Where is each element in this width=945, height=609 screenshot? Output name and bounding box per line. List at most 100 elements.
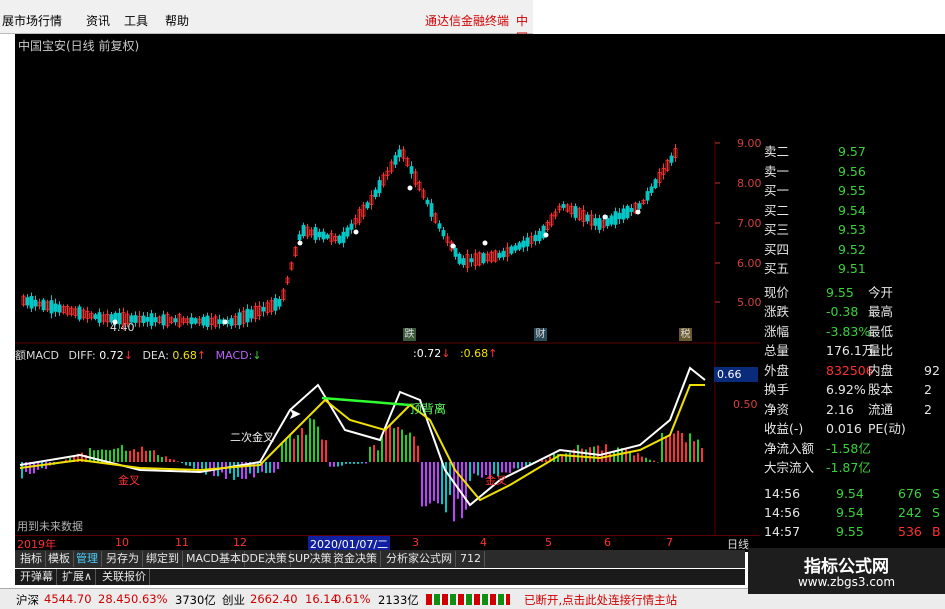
quote-stat-label: 内盘 <box>868 362 894 378</box>
candle-body <box>429 203 434 217</box>
index-sh-pct: 0.63% <box>131 592 168 606</box>
tab-sup[interactable]: SUP决策 <box>285 551 336 567</box>
date-label: 6 <box>604 536 611 549</box>
candle-body <box>201 316 206 326</box>
tab-formula-site[interactable]: 分析家公式网 <box>383 551 456 567</box>
order-book-price: 9.56 <box>838 163 866 179</box>
toggle-danmaku-button[interactable]: 开弹幕 <box>17 569 57 585</box>
candle-body <box>517 242 522 250</box>
trade-marker-dot <box>482 240 488 246</box>
related-quote-button[interactable]: 关联报价 <box>99 569 150 585</box>
quote-stat-row: 大宗流入 -1.87亿 <box>762 458 945 478</box>
order-book-price: 9.51 <box>838 261 866 276</box>
tab-manage[interactable]: 管理 <box>73 551 102 567</box>
watermark-url: www.zbgs3.com <box>797 575 896 589</box>
candle-body <box>337 235 342 244</box>
order-book-row[interactable]: 买四 9.52 <box>762 240 945 260</box>
tab-macd-basic[interactable]: MACD基本 <box>183 551 245 567</box>
candle-body <box>189 317 194 325</box>
candle-body <box>141 315 146 323</box>
tab-712[interactable]: 712 <box>457 551 485 567</box>
order-book-row[interactable]: 买五 9.51 <box>762 259 945 279</box>
tick-row: 14:56 9.54 676 S <box>762 484 945 504</box>
order-book-label: 卖二 <box>764 144 790 159</box>
event-tag-tax[interactable]: 税 <box>679 328 692 341</box>
candle-body <box>497 252 502 258</box>
quote-stat-row: 换手 6.92% 股本 2 <box>762 380 945 400</box>
candle-body <box>393 155 398 165</box>
candle-body <box>173 318 178 323</box>
candle-body <box>537 231 542 241</box>
index-cy-value: 2662.40 <box>250 592 298 606</box>
candle-body <box>145 317 150 322</box>
tab-indicator[interactable]: 指标 <box>17 551 46 567</box>
quote-panel: 卖二 9.57 卖一 9.56 买一 9.55 买二 9.54 买三 9.53 买四 9.52 买五 9.… <box>762 140 945 550</box>
macd-diff-value: 0.72 <box>99 349 124 362</box>
connection-status[interactable]: 已断开,点击此处连接行情主站 <box>524 592 677 608</box>
index-cy-amount: 2133亿 <box>378 593 419 607</box>
trade-marker-dot <box>353 229 359 235</box>
candle-body <box>481 253 486 264</box>
candle-body <box>625 205 630 219</box>
candle-body <box>373 189 378 197</box>
tick-time: 14:56 <box>764 504 801 520</box>
candle-body <box>617 212 622 220</box>
note-cross-2: 金叉 <box>485 474 507 487</box>
order-book-row[interactable]: 卖一 9.56 <box>762 162 945 182</box>
price-tick-label: 9.00 <box>737 137 762 150</box>
tab-fund[interactable]: 资金决策 <box>330 551 381 567</box>
tab-bind-to[interactable]: 绑定到 <box>143 551 183 567</box>
quote-stat-label: 流通 <box>868 401 894 417</box>
trade-marker-dot <box>222 319 228 325</box>
macd-header-2: :0.72↓ :0.68↑ <box>413 347 498 360</box>
quote-stat-row: 总量 176.1万 量比 <box>762 341 945 361</box>
order-book-label: 买四 <box>764 241 790 257</box>
candle-body <box>397 149 402 158</box>
watermark-title: 指标公式网 <box>804 557 889 577</box>
candle-body <box>341 231 346 243</box>
index-sh-name[interactable]: 沪深 <box>16 592 39 608</box>
expand-button[interactable]: 扩展∧ <box>59 569 97 585</box>
order-book-row[interactable]: 买一 9.55 <box>762 181 945 201</box>
quote-stat-value: -0.38 <box>826 304 859 319</box>
candle-body <box>229 318 234 326</box>
macd-diff-value-2: 0.72 <box>416 347 442 360</box>
candle-body <box>193 318 198 324</box>
tab-save-as[interactable]: 另存为 <box>103 551 143 567</box>
index-cy-name[interactable]: 创业 <box>222 592 245 608</box>
event-tag-finance[interactable]: 财 <box>534 328 547 341</box>
index-sh-amount: 3730亿 <box>175 593 216 607</box>
order-book-row[interactable]: 买二 9.54 <box>762 201 945 221</box>
quote-stat-value: 92 <box>924 362 940 378</box>
candle-body <box>109 314 114 323</box>
event-tag-drop[interactable]: 跌 <box>403 328 416 341</box>
candle-body <box>77 306 82 320</box>
indicator-tab-bar: 指标 模板 管理 另存为 绑定到 MACD基本 DDE决策 SUP决策 资金决策… <box>15 550 745 568</box>
candle-body <box>33 299 38 307</box>
tick-volume: 676 <box>898 485 922 501</box>
candle-body <box>669 155 674 163</box>
macd-diff-label: DIFF: <box>68 349 96 362</box>
tab-dde[interactable]: DDE决策 <box>238 551 291 567</box>
candle-body <box>649 186 654 193</box>
macd-name[interactable]: 额MACD <box>15 349 59 362</box>
quote-stat-label: 净资 <box>764 401 790 417</box>
trade-marker-dot <box>407 185 413 191</box>
order-book-label: 卖一 <box>764 163 790 179</box>
tab-template[interactable]: 模板 <box>45 551 74 567</box>
candle-body <box>585 214 590 222</box>
candle-body <box>237 312 242 326</box>
date-label: 3 <box>412 536 419 549</box>
quote-stat-row: 现价 9.55 今开 <box>762 283 945 303</box>
candle-body <box>605 217 610 227</box>
tick-side: S <box>932 485 940 501</box>
tick-price: 9.55 <box>836 523 864 539</box>
quote-stat-label: 换手 <box>764 382 790 397</box>
order-book-row[interactable]: 卖二 9.57 <box>762 142 945 162</box>
quote-stat-value: 6.92% <box>826 382 866 397</box>
candle-body <box>117 312 122 325</box>
order-book-row[interactable]: 买三 9.53 <box>762 220 945 240</box>
candle-body <box>41 299 46 311</box>
candle-body <box>133 315 138 323</box>
tick-volume: 242 <box>898 504 922 520</box>
